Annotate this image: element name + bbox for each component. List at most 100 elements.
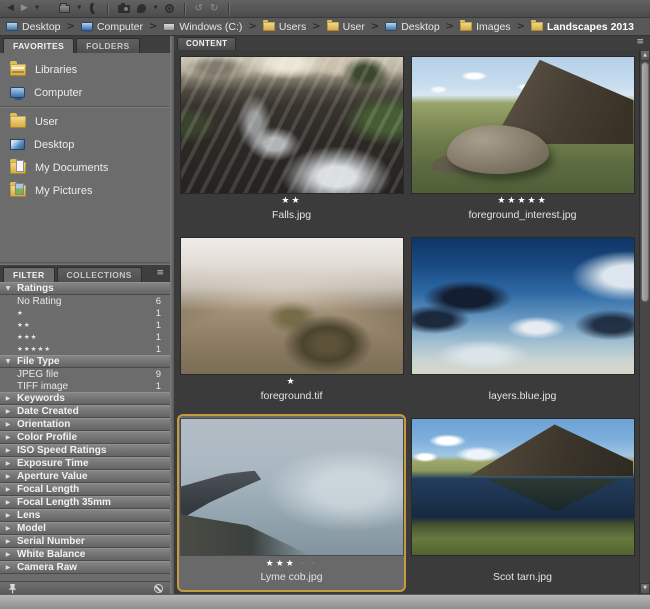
- filter-row-no-rating[interactable]: No Rating 6: [0, 295, 170, 307]
- keep-filter-pin-icon[interactable]: [7, 583, 18, 594]
- filter-section-color-profile[interactable]: ▶ Color Profile: [0, 431, 170, 444]
- filter-row-5-stars[interactable]: ★★★★★ 1: [0, 343, 170, 355]
- filter-section-keywords[interactable]: ▶ Keywords: [0, 392, 170, 405]
- filename-label: Lyme cob.jpg: [260, 570, 322, 584]
- favorites-item-my-pictures[interactable]: My Pictures: [0, 179, 170, 202]
- filter-section-serial-number[interactable]: ▶ Serial Number: [0, 535, 170, 548]
- filter-section-white-balance[interactable]: ▶ White Balance: [0, 548, 170, 561]
- breadcrumb-item-users[interactable]: Users: [263, 21, 306, 33]
- chevron-right-icon: ▶: [4, 409, 12, 415]
- favorites-item-my-documents[interactable]: My Documents: [0, 156, 170, 179]
- filter-section-model[interactable]: ▶ Model: [0, 522, 170, 535]
- content-panel-menu-icon[interactable]: ≡: [636, 38, 647, 49]
- favorites-item-user[interactable]: User: [0, 110, 170, 133]
- rating-stars[interactable]: ★★: [281, 195, 301, 208]
- thumbnail-foreground-tif[interactable]: ★ foreground.tif: [177, 233, 406, 411]
- navigation-dropdown-icon[interactable]: ▼: [35, 6, 39, 12]
- scrollbar-thumb[interactable]: [641, 62, 649, 302]
- tab-favorites[interactable]: FAVORITES: [3, 38, 74, 53]
- thumbnail-image-falls[interactable]: [181, 57, 403, 193]
- go-to-parent-icon[interactable]: [59, 5, 70, 13]
- breadcrumb-item-landscapes-2013[interactable]: Landscapes 2013: [531, 21, 634, 33]
- pictures-folder-icon: [10, 185, 26, 197]
- tab-content[interactable]: CONTENT: [177, 37, 236, 50]
- filter-row-3-stars[interactable]: ★★★ 1: [0, 331, 170, 343]
- rating-stars[interactable]: ★: [286, 376, 296, 389]
- thumbnail-image-foreground-interest[interactable]: [412, 57, 634, 193]
- chevron-right-icon: ▶: [4, 448, 12, 454]
- content-panel: CONTENT ≡ ★★ Falls.jpg ★★★★★ foreground_…: [174, 36, 650, 594]
- filter-section-focal-length[interactable]: ▶ Focal Length: [0, 483, 170, 496]
- filter-section-lens[interactable]: ▶ Lens: [0, 509, 170, 522]
- thumbnail-image-foreground-tif[interactable]: [181, 238, 403, 374]
- filter-section-focal-length-35mm[interactable]: ▶ Focal Length 35mm: [0, 496, 170, 509]
- rating-stars[interactable]: ★★★★★: [497, 195, 547, 208]
- thumbnail-falls[interactable]: ★★ Falls.jpg: [177, 52, 406, 230]
- back-button[interactable]: ◀: [7, 4, 14, 13]
- desktop-icon: [6, 22, 18, 31]
- favorites-list: Libraries Computer User Desktop: [0, 53, 170, 262]
- content-body: ★★ Falls.jpg ★★★★★ foreground_interest.j…: [174, 50, 650, 594]
- rotate-left-icon[interactable]: ↺: [195, 4, 203, 14]
- favorites-item-computer[interactable]: Computer: [0, 81, 170, 104]
- rotate-right-icon[interactable]: ↻: [210, 4, 218, 14]
- toolbar-separator: [184, 3, 185, 15]
- get-photos-camera-icon[interactable]: [118, 5, 130, 13]
- breadcrumb-item-user[interactable]: User: [327, 21, 365, 33]
- filter-section-iso-speed-ratings[interactable]: ▶ ISO Speed Ratings: [0, 444, 170, 457]
- filter-row-jpeg[interactable]: JPEG file 9: [0, 368, 170, 380]
- favorites-item-desktop[interactable]: Desktop: [0, 133, 170, 156]
- chevron-right-icon: ▶: [4, 422, 12, 428]
- scroll-up-icon[interactable]: ▲: [640, 50, 650, 61]
- filter-section-camera-raw[interactable]: ▶ Camera Raw: [0, 561, 170, 574]
- vertical-scrollbar[interactable]: ▲ ▼: [639, 50, 650, 594]
- scrollbar-track[interactable]: [640, 61, 650, 583]
- favorites-divider: [0, 106, 170, 108]
- breadcrumb-item-computer[interactable]: Computer: [81, 21, 143, 33]
- favorites-item-libraries[interactable]: Libraries: [0, 58, 170, 81]
- filter-section-orientation[interactable]: ▶ Orientation: [0, 418, 170, 431]
- return-boomerang-icon[interactable]: [86, 2, 99, 15]
- favorites-tabbar: FAVORITES FOLDERS: [0, 36, 170, 53]
- bridge-window: ◀ ▶ ▼ ▼ ▼ ↺ ↻ Desktop > Computer > Windo…: [0, 0, 650, 609]
- filter-row-1-star[interactable]: ★ 1: [0, 307, 170, 319]
- clear-filter-icon[interactable]: [154, 584, 163, 593]
- rating-stars[interactable]: ★★★ · ·: [266, 557, 318, 570]
- thumbnail-image-lyme-cob[interactable]: [181, 419, 403, 555]
- breadcrumb-item-images[interactable]: Images: [460, 21, 510, 33]
- filter-section-file-type[interactable]: ▼ File Type: [0, 355, 170, 368]
- refine-icon[interactable]: [137, 4, 146, 13]
- refine-dropdown-icon[interactable]: ▼: [153, 6, 157, 12]
- chevron-right-icon: ▶: [4, 474, 12, 480]
- star-icon: ★★★★★: [17, 345, 51, 353]
- thumbnail-lyme-cob-selected[interactable]: ★★★ · · Lyme cob.jpg: [177, 414, 406, 592]
- filter-section-ratings[interactable]: ▼ Ratings: [0, 282, 170, 295]
- breadcrumb-item-windows-c[interactable]: Windows (C:): [163, 21, 242, 33]
- main-area: FAVORITES FOLDERS Libraries Computer: [0, 36, 650, 594]
- filter-row-2-stars[interactable]: ★★ 1: [0, 319, 170, 331]
- forward-button[interactable]: ▶: [21, 4, 28, 13]
- filter-section-aperture-value[interactable]: ▶ Aperture Value: [0, 470, 170, 483]
- breadcrumb-item-desktop[interactable]: Desktop: [6, 21, 61, 33]
- chevron-right-icon: ▶: [4, 435, 12, 441]
- filter-row-tiff[interactable]: TIFF image 1: [0, 380, 170, 392]
- tab-folders[interactable]: FOLDERS: [76, 38, 139, 53]
- thumbnail-image-layers-blue[interactable]: [412, 238, 634, 374]
- filter-panel-menu-icon[interactable]: ≡: [156, 269, 167, 280]
- toolbar: ◀ ▶ ▼ ▼ ▼ ↺ ↻: [0, 0, 650, 18]
- go-to-parent-dropdown-icon[interactable]: ▼: [77, 6, 81, 12]
- thumbnail-layers-blue[interactable]: layers.blue.jpg: [408, 233, 637, 411]
- filter-section-date-created[interactable]: ▶ Date Created: [0, 405, 170, 418]
- folder-icon: [460, 22, 472, 31]
- filter-section-exposure-time[interactable]: ▶ Exposure Time: [0, 457, 170, 470]
- breadcrumb-separator: >: [312, 22, 320, 32]
- breadcrumb-item-desktop-folder[interactable]: Desktop: [385, 21, 440, 33]
- scroll-down-icon[interactable]: ▼: [640, 583, 650, 594]
- breadcrumb-separator: >: [149, 22, 157, 32]
- camera-raw-icon[interactable]: [165, 4, 174, 13]
- thumbnail-foreground-interest[interactable]: ★★★★★ foreground_interest.jpg: [408, 52, 637, 230]
- tab-collections[interactable]: COLLECTIONS: [57, 267, 142, 282]
- thumbnail-image-scot-tarn[interactable]: [412, 419, 634, 555]
- thumbnail-scot-tarn[interactable]: Scot tarn.jpg: [408, 414, 637, 592]
- tab-filter[interactable]: FILTER: [3, 267, 55, 282]
